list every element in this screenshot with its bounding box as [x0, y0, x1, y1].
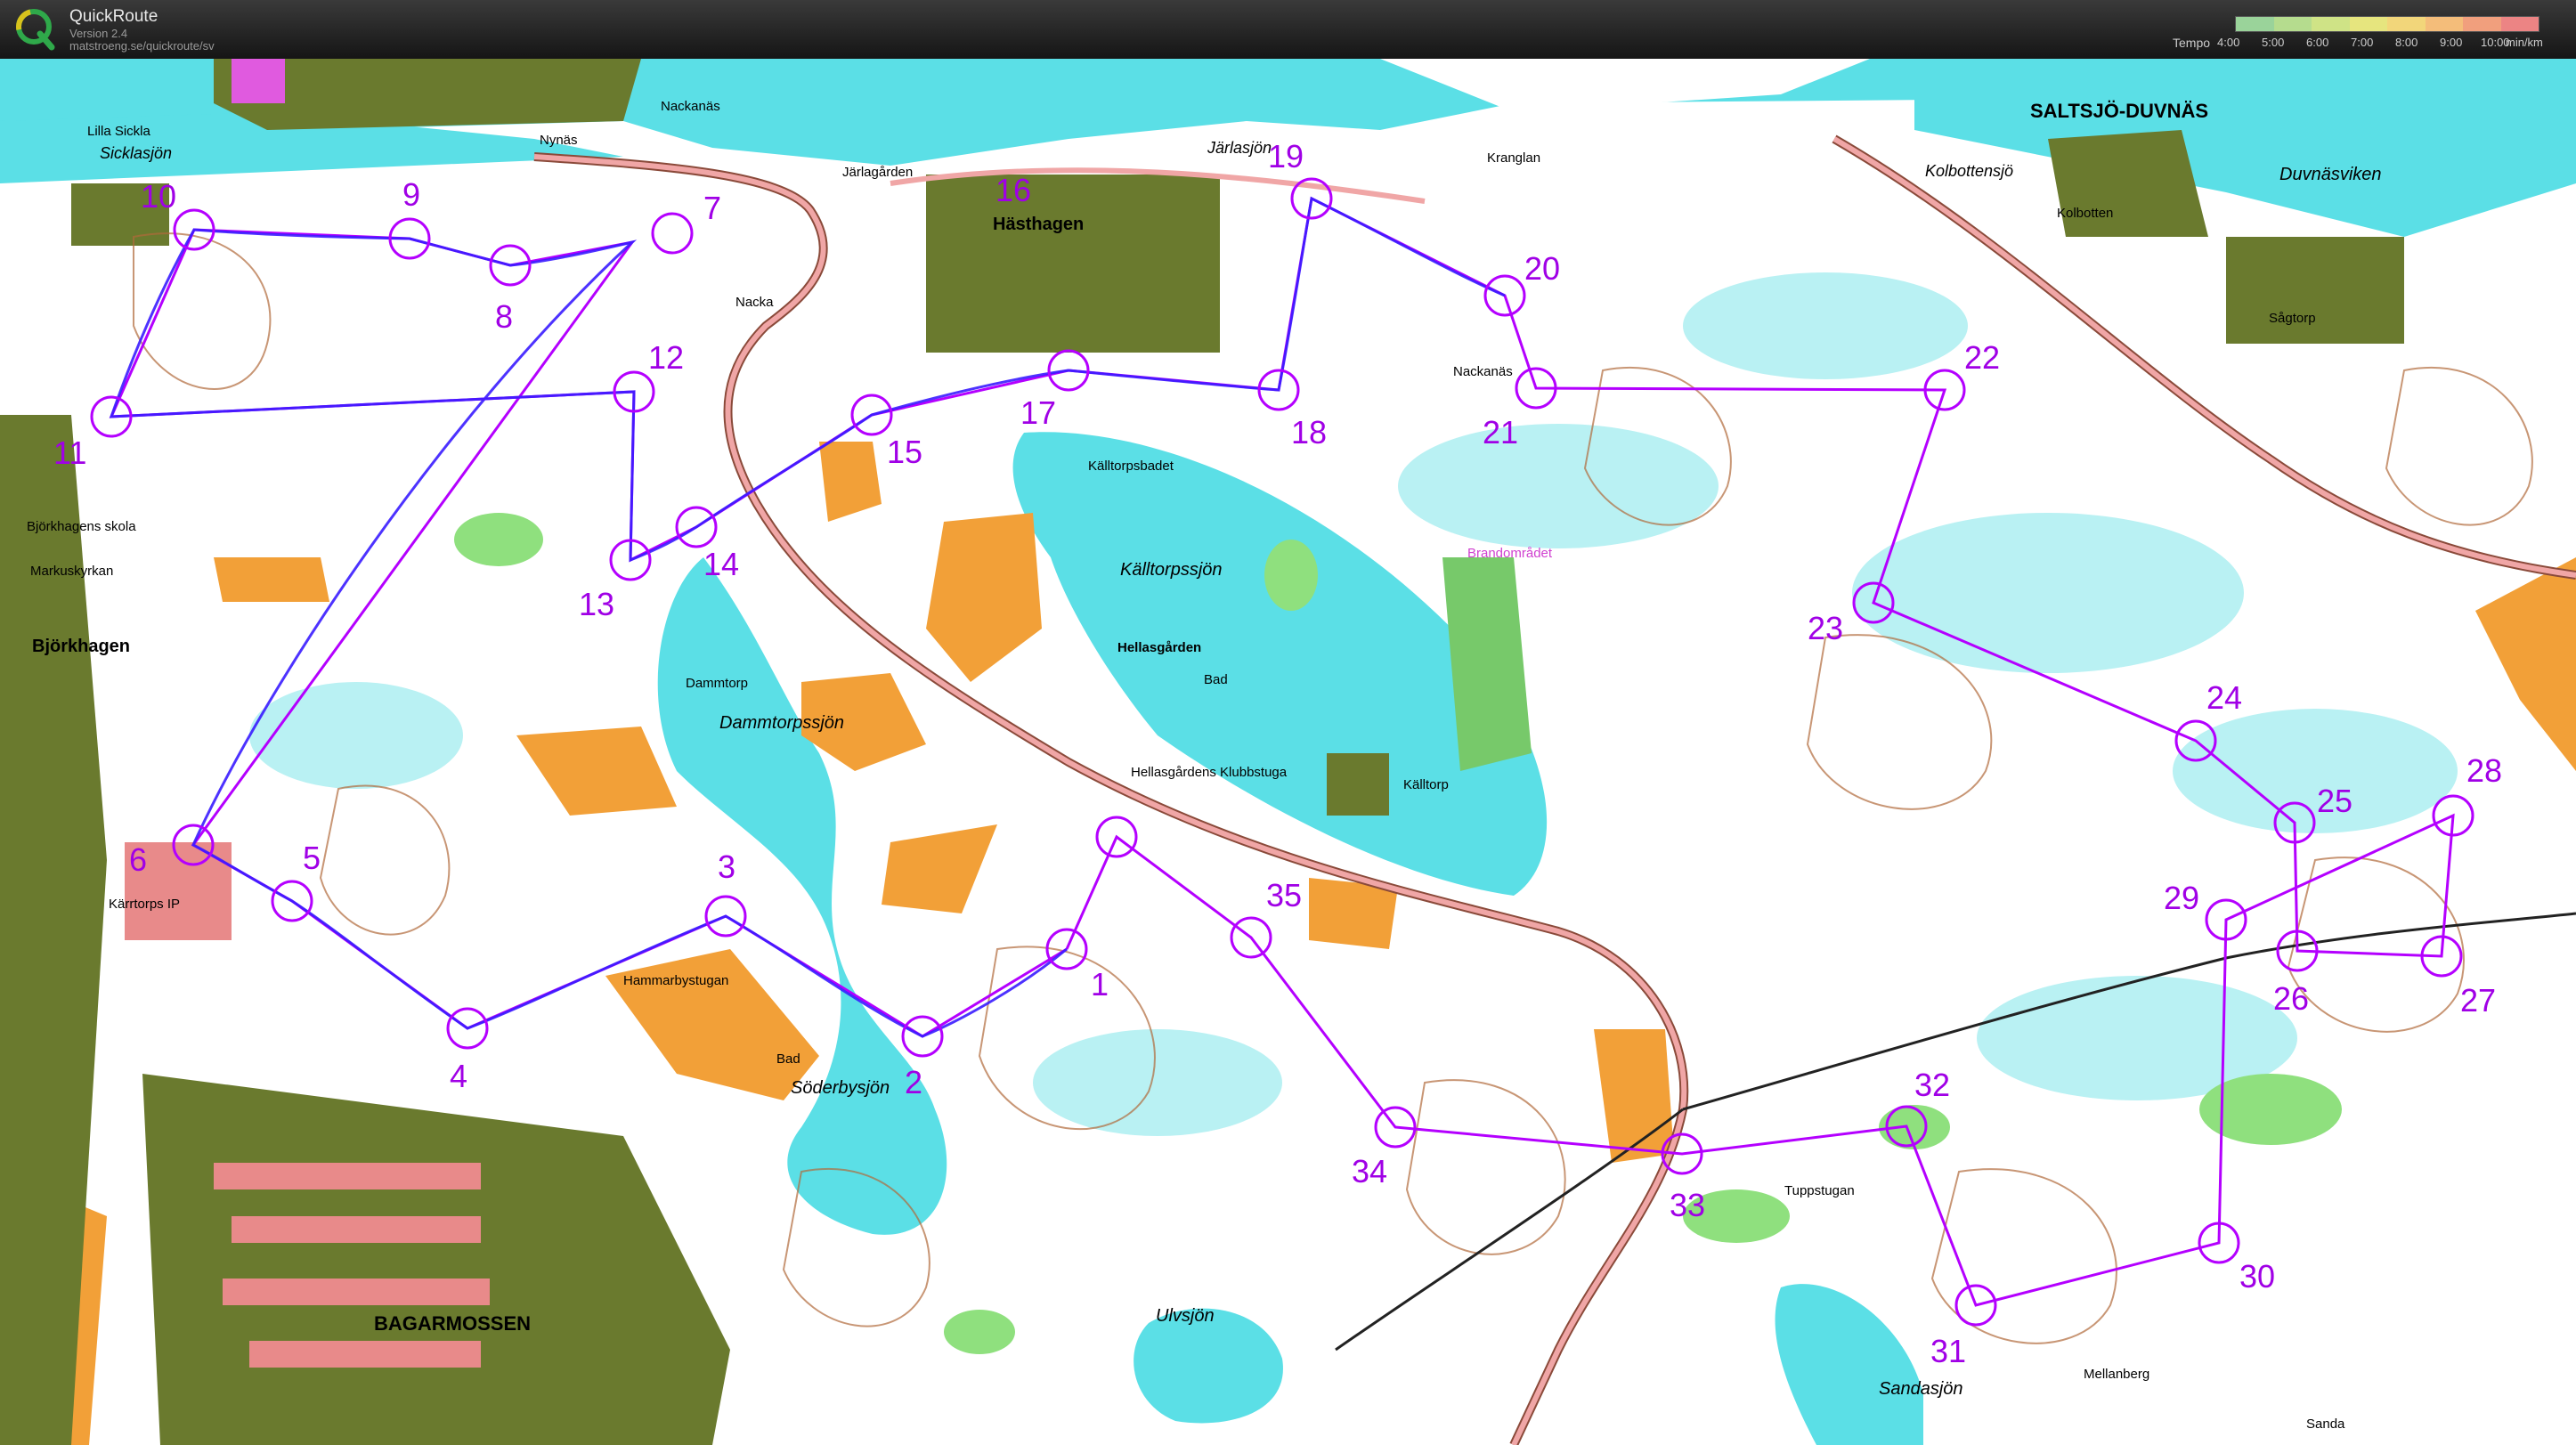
map-label: Hästhagen: [993, 215, 1084, 234]
control-number: 29: [2164, 880, 2199, 916]
control-number: 25: [2317, 783, 2353, 819]
tempo-unit: min/km: [2506, 36, 2543, 49]
tempo-tick: 9:00: [2440, 36, 2463, 49]
orienteering-map[interactable]: 1 2 3 4 5 6 7 8 9 10 11 12 13 14 15 16 1…: [0, 59, 2576, 1445]
map-label: Hellasgården: [1117, 640, 1201, 655]
map-label: Tuppstugan: [1784, 1183, 1855, 1198]
control-number: 11: [53, 434, 86, 471]
map-label: Källtorpssjön: [1120, 560, 1223, 580]
app-name: QuickRoute: [69, 7, 158, 26]
map-label: Hellasgårdens Klubbstuga: [1131, 765, 1288, 780]
control-number: 2: [905, 1064, 922, 1100]
tempo-color-segment: [2425, 17, 2463, 31]
map-label: Nackanäs: [1453, 364, 1513, 379]
control-number: 32: [1914, 1067, 1950, 1103]
map-label: Kolbottensjö: [1925, 162, 2013, 180]
tempo-legend: Tempo 4:00 5:00 6:00 7:00 8:00 9:00 10:0…: [2173, 14, 2564, 53]
map-label: Kranglan: [1487, 150, 1540, 166]
map-label: Järlasjön: [1207, 139, 1272, 157]
map-label: Järlagården: [842, 165, 913, 180]
map-label: Kärrtorps IP: [109, 897, 180, 912]
map-label: Söderbysjön: [791, 1078, 890, 1098]
tempo-color-segment: [2236, 17, 2274, 31]
control-number: 12: [648, 339, 684, 376]
control-number: 16: [995, 172, 1031, 208]
control-number: 22: [1964, 339, 2000, 376]
map-label: Bad: [776, 1051, 800, 1067]
map-label: Mellanberg: [2084, 1367, 2149, 1382]
map-label: Hammarbystugan: [623, 973, 728, 988]
control-number: 10: [141, 178, 176, 215]
map-label: Källtorp: [1403, 777, 1449, 792]
map-label: Markuskyrkan: [30, 564, 113, 579]
control-number: 3: [718, 848, 735, 885]
map-label: Kolbotten: [2057, 206, 2113, 221]
map-label: SALTSJÖ-DUVNÄS: [2030, 100, 2208, 122]
tempo-color-segment: [2349, 17, 2387, 31]
map-label: Nacka: [735, 295, 774, 310]
control-number: 5: [303, 840, 321, 876]
map-label: Nynäs: [540, 133, 578, 148]
app-version: Version 2.4: [69, 27, 128, 40]
map-label: Sanda: [2306, 1417, 2345, 1432]
map-label: Dammtorpssjön: [719, 713, 844, 733]
control-number: 19: [1268, 138, 1304, 175]
app-url: matstroeng.se/quickroute/sv: [69, 39, 215, 53]
map-label: Björkhagen: [32, 637, 130, 656]
control-number: 7: [703, 190, 721, 226]
control-number: 15: [887, 434, 922, 470]
tempo-tick: 7:00: [2351, 36, 2374, 49]
tempo-color-segment: [2273, 17, 2312, 31]
tempo-color-segment: [2387, 17, 2426, 31]
map-label: Sandasjön: [1879, 1379, 1963, 1399]
map-label: Källtorpsbadet: [1088, 459, 1174, 474]
map-label: BAGARMOSSEN: [374, 1312, 531, 1335]
control-number: 27: [2460, 982, 2496, 1019]
control-number: 9: [402, 176, 420, 213]
control-number: 31: [1930, 1333, 1966, 1369]
map-label: Dammtorp: [686, 676, 748, 691]
map-label: Duvnäsviken: [2279, 165, 2382, 184]
tempo-color-bar: [2235, 16, 2539, 32]
map-label: Sicklasjön: [100, 144, 172, 162]
control-number: 23: [1808, 610, 1843, 646]
tempo-color-segment: [2463, 17, 2501, 31]
map-label: Bad: [1204, 672, 1228, 687]
control-number: 28: [2466, 752, 2502, 789]
map-label: Nackanäs: [661, 99, 720, 114]
control-number: 13: [579, 586, 614, 622]
control-number: 34: [1352, 1153, 1387, 1189]
tempo-color-segment: [2312, 17, 2350, 31]
map-label: Lilla Sickla: [87, 124, 151, 139]
quickroute-q-logo-icon: [16, 9, 55, 51]
map-label: Sågtorp: [2269, 311, 2316, 326]
tempo-tick: 4:00: [2217, 36, 2240, 49]
control-number: 35: [1266, 877, 1302, 913]
control-number: 17: [1020, 394, 1056, 431]
tempo-tick: 5:00: [2262, 36, 2285, 49]
control-number: 8: [495, 298, 513, 335]
control-number: 1: [1091, 966, 1109, 1003]
title-bar: QuickRoute Version 2.4 matstroeng.se/qui…: [0, 0, 2576, 60]
tempo-label: Tempo: [2173, 36, 2211, 50]
map-label: Ulvsjön: [1156, 1306, 1215, 1326]
control-number: 18: [1291, 414, 1327, 451]
map-label: Brandområdet: [1467, 546, 1553, 561]
control-number: 33: [1670, 1187, 1705, 1223]
control-number: 6: [129, 841, 147, 878]
control-number: 20: [1524, 250, 1560, 287]
tempo-tick: 8:00: [2395, 36, 2418, 49]
control-number: 24: [2206, 679, 2242, 716]
control-number: 30: [2239, 1258, 2275, 1295]
map-label: Björkhagens skola: [27, 519, 136, 534]
control-number: 21: [1483, 414, 1518, 451]
tempo-color-segment: [2500, 17, 2539, 31]
control-number: 26: [2273, 980, 2309, 1017]
control-number: 14: [703, 546, 739, 582]
control-number: 4: [450, 1058, 467, 1094]
tempo-tick: 6:00: [2306, 36, 2329, 49]
